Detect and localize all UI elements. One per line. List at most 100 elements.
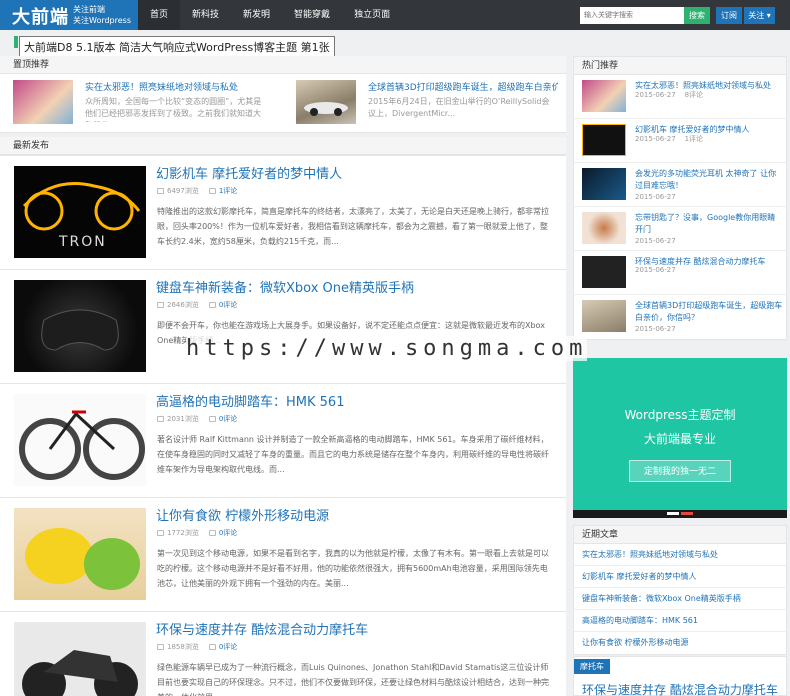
post-thumb[interactable]: TRON (14, 166, 146, 258)
tag-panel: 摩托车 环保与速度并存 酷炫混合动力摩托车 (573, 656, 787, 696)
sidebar-hot: 热门推荐 实在太邪恶！照亮妹纸地对领域与私处 2015-06-27 8评论 幻影… (573, 56, 787, 340)
sticky-thumb-2[interactable] (296, 80, 356, 124)
recent-posts: 近期文章 实在太邪恶！照亮妹纸地对领域与私处 幻影机车 摩托爱好者的梦中情人 键… (573, 525, 787, 655)
hot-thumb[interactable] (582, 212, 626, 244)
recent-item[interactable]: 键盘车神新装备：微软Xbox One精英版手柄 (574, 588, 786, 610)
hot-item: 幻影机车 摩托爱好者的梦中情人 2015-06-27 1评论 (574, 119, 786, 163)
recent-item[interactable]: 实在太邪恶！照亮妹纸地对领域与私处 (574, 544, 786, 566)
post-thumb[interactable] (14, 508, 146, 600)
hot-meta: 2015-06-27 1评论 (635, 135, 704, 143)
post-item: 环保与速度并存 酷炫混合动力摩托车 1858浏览 0评论 绿色能源车辆早已成为了… (0, 612, 566, 696)
comment-icon (208, 530, 216, 536)
views-icon (157, 302, 164, 308)
nav-home[interactable]: 首页 (138, 0, 181, 30)
post-title[interactable]: 环保与速度并存 酷炫混合动力摩托车 (156, 619, 368, 638)
search-input[interactable] (580, 7, 684, 24)
sticky-desc-1: 众所周知，全国每一个比较“变态的圆圈”，尤其是他们已经把邪恶发挥到了极致。之前我… (85, 97, 262, 122)
views-icon (157, 188, 164, 194)
post-title[interactable]: 键盘车神新装备：微软Xbox One精英版手柄 (156, 277, 414, 296)
hot-meta: 2015-06-27 (635, 237, 676, 245)
nav-new-tech[interactable]: 新科技 (180, 0, 231, 30)
views-icon (157, 416, 164, 422)
hot-meta: 2015-06-27 (635, 193, 676, 201)
custom-theme-ad[interactable]: Wordpress主题定制 大前端最专业 定制我的独一无二 (573, 358, 787, 518)
comment-icon (208, 416, 216, 422)
post-item: 让你有食欲 柠檬外形移动电源 1772浏览 0评论 第一次见到这个移动电源，如果… (0, 498, 566, 612)
hot-meta: 2015-06-27 8评论 (635, 91, 704, 99)
top-navbar: 大前端 关注前端 关注Wordpress 首页 新科技 新发明 智能穿戴 独立页面… (0, 0, 790, 30)
slider-dot[interactable] (667, 512, 679, 515)
ad-button[interactable]: 定制我的独一无二 (629, 460, 731, 482)
post-title[interactable]: 幻影机车 摩托爱好者的梦中情人 (156, 163, 342, 182)
post-item: 高逼格的电动脚踏车：HMK 561 2031浏览 0评论 著名设计师 Ralf … (0, 384, 566, 498)
post-comments-link[interactable]: 0评论 (219, 528, 237, 538)
post-excerpt: 特隆推出的这款幻影摩托车，简直是摩托车的终结者，太漂亮了，太美了，无论是白天还是… (157, 207, 549, 246)
nav-standalone-page[interactable]: 独立页面 (342, 0, 402, 30)
follow-button[interactable]: 关注 ▾ (744, 7, 775, 24)
hot-item: 环保与速度并存 酷炫混合动力摩托车 2015-06-27 (574, 251, 786, 295)
search-button[interactable]: 搜索 (684, 7, 710, 24)
sticky-desc-2: 2015年6月24日，在旧金山举行的O’ReillySolid会议上，Diver… (368, 97, 550, 118)
post-meta: 2646浏览 0评论 (157, 300, 237, 310)
site-logo[interactable]: 大前端 关注前端 关注Wordpress (0, 0, 138, 30)
post-thumb[interactable] (14, 622, 146, 696)
tooltip-marker (14, 36, 18, 48)
hot-item: 会发光的多功能荧光耳机 太神奇了 让你过目难忘哦！ 2015-06-27 (574, 163, 786, 207)
main-nav: 首页 新科技 新发明 智能穿戴 独立页面 (138, 0, 402, 30)
latest-panel: 最新发布 (0, 137, 566, 156)
sticky-title-1[interactable]: 实在太邪恶！照亮妹纸地对领域与私处 (85, 80, 255, 93)
recent-item[interactable]: 幻影机车 摩托爱好者的梦中情人 (574, 566, 786, 588)
hot-heading: 热门推荐 (574, 57, 786, 75)
main-column: 置顶推荐 实在太邪恶！照亮妹纸地对领域与私处 众所周知，全国每一个比较“变态的圆… (0, 56, 566, 696)
comment-icon (208, 644, 216, 650)
post-item: TRON 幻影机车 摩托爱好者的梦中情人 6497浏览 1评论 特隆推出的这款幻… (0, 156, 566, 270)
post-meta: 1858浏览 0评论 (157, 642, 237, 652)
post-comments-link[interactable]: 0评论 (219, 642, 237, 652)
hot-item: 实在太邪恶！照亮妹纸地对领域与私处 2015-06-27 8评论 (574, 75, 786, 119)
hot-item: 全球首辆3D打印超级跑车诞生，超级跑车白亲价，你信吗？ 2015-06-27 (574, 295, 786, 339)
hot-title[interactable]: 会发光的多功能荧光耳机 太神奇了 让你过目难忘哦！ (635, 168, 783, 192)
ad-title: Wordpress主题定制 (624, 408, 736, 422)
post-title[interactable]: 让你有食欲 柠檬外形移动电源 (156, 505, 329, 524)
post-comments-link[interactable]: 0评论 (219, 300, 237, 310)
latest-heading: 最新发布 (0, 137, 566, 155)
slider-dots (573, 510, 787, 518)
ad-subtitle: 大前端最专业 (643, 432, 716, 446)
hot-title[interactable]: 全球首辆3D打印超级跑车诞生，超级跑车白亲价，你信吗？ (635, 300, 783, 324)
recent-heading: 近期文章 (574, 526, 786, 544)
recent-item[interactable]: 高逼格的电动脚踏车：HMK 561 (574, 610, 786, 632)
hot-thumb[interactable] (582, 80, 626, 112)
nav-new-invention[interactable]: 新发明 (231, 0, 282, 30)
post-comments-link[interactable]: 1评论 (219, 186, 237, 196)
sticky-title-2[interactable]: 全球首辆3D打印超级跑车诞生，超级跑车白亲价， (368, 80, 558, 93)
post-meta: 2031浏览 0评论 (157, 414, 237, 424)
post-thumb[interactable] (14, 394, 146, 486)
post-thumb[interactable] (14, 280, 146, 372)
post-comments-link[interactable]: 0评论 (219, 414, 237, 424)
post-excerpt: 绿色能源车辆早已成为了一种流行概念，而Luis Quinones、Jonatho… (157, 663, 549, 696)
sticky-panel: 置顶推荐 实在太邪恶！照亮妹纸地对领域与私处 众所周知，全国每一个比较“变态的圆… (0, 56, 566, 133)
hot-title[interactable]: 忘带钥匙了？没事，Google教你用眼睛开门 (635, 212, 783, 236)
hot-thumb[interactable] (582, 124, 626, 156)
hot-meta: 2015-06-27 (635, 325, 676, 333)
views-icon (157, 644, 164, 650)
hot-meta: 2015-06-27 (635, 266, 676, 274)
recent-item[interactable]: 让你有食欲 柠檬外形移动电源 (574, 632, 786, 654)
hot-thumb[interactable] (582, 300, 626, 332)
post-excerpt: 著名设计师 Ralf Kittmann 设计并制造了一款全新高逼格的电动脚踏车，… (157, 435, 549, 474)
slider-dot[interactable] (681, 512, 693, 515)
nav-wearables[interactable]: 智能穿戴 (282, 0, 342, 30)
post-meta: 6497浏览 1评论 (157, 186, 237, 196)
tag-badge[interactable]: 摩托车 (574, 659, 610, 674)
hot-item: 忘带钥匙了？没事，Google教你用眼睛开门 2015-06-27 (574, 207, 786, 251)
post-title[interactable]: 高逼格的电动脚踏车：HMK 561 (156, 391, 344, 410)
hot-thumb[interactable] (582, 168, 626, 200)
tag-post-title[interactable]: 环保与速度并存 酷炫混合动力摩托车 (582, 681, 778, 696)
image-title-tooltip: 大前端D8 5.1版本 简洁大气响应式WordPress博客主题 第1张 (19, 36, 335, 58)
logo-text: 大前端 (12, 7, 69, 28)
comment-icon (208, 302, 216, 308)
post-item: 键盘车神新装备：微软Xbox One精英版手柄 2646浏览 0评论 即便不会开… (0, 270, 566, 384)
sticky-thumb-1[interactable] (13, 80, 73, 124)
hot-thumb[interactable] (582, 256, 626, 288)
subscribe-button[interactable]: 订阅 (716, 7, 742, 24)
